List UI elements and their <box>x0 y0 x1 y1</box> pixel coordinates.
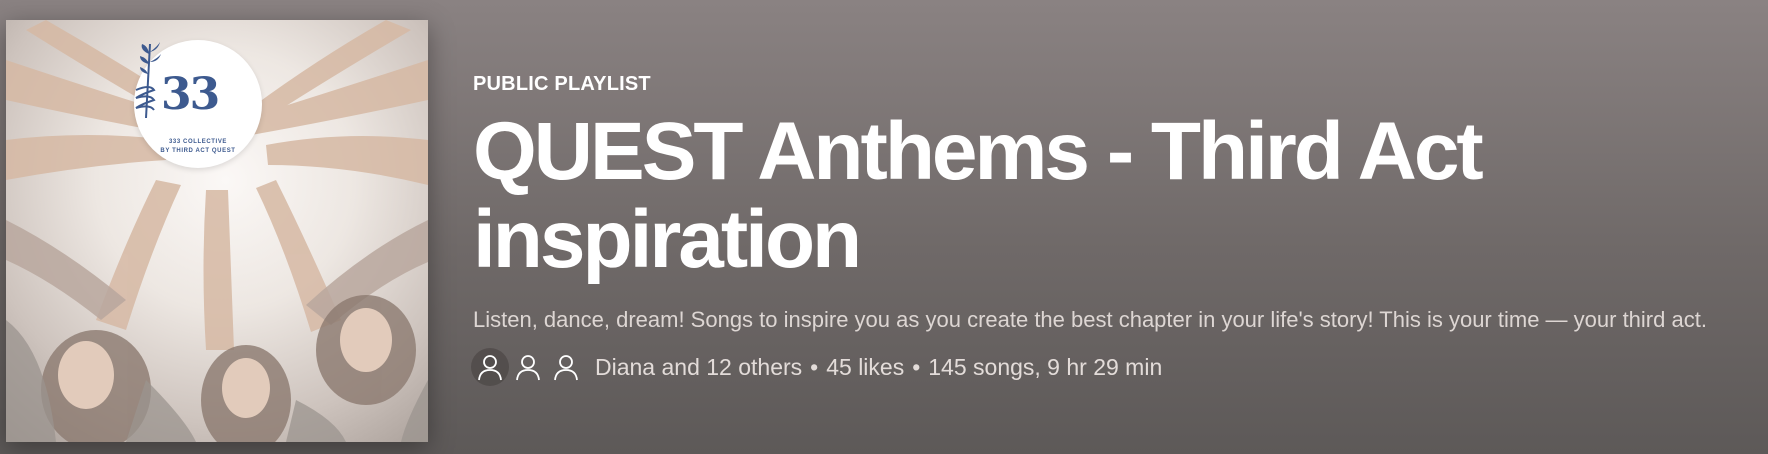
likes-count: 45 likes <box>826 353 905 380</box>
user-icon <box>478 355 502 381</box>
meta-separator: • <box>912 353 921 380</box>
collaborators-link[interactable]: Diana and 12 others <box>595 354 802 381</box>
avatar[interactable] <box>509 348 547 386</box>
user-icon <box>516 355 540 381</box>
cover-logo-text-line1: 333 COLLECTIVE <box>168 139 228 145</box>
playlist-info: PUBLIC PLAYLIST QUEST Anthems - Third Ac… <box>471 72 1753 389</box>
meta-separator: • <box>810 353 819 380</box>
collaborator-avatars[interactable] <box>471 348 585 386</box>
playlist-meta: Diana and 12 others • 45 likes • 145 son… <box>471 345 1753 389</box>
user-icon <box>554 355 578 381</box>
songs-duration: 145 songs, 9 hr 29 min <box>928 353 1163 380</box>
avatar[interactable] <box>547 348 585 386</box>
sprig-icon <box>135 42 161 119</box>
playlist-type-label: PUBLIC PLAYLIST <box>473 73 651 95</box>
playlist-title[interactable]: QUEST Anthems - Third Act inspiration <box>473 108 1623 284</box>
cover-logo: 33 333 COLLECTIVE BY THIRD ACT QUEST <box>134 40 262 168</box>
cover-logo-number: 33 <box>161 69 220 120</box>
avatar[interactable] <box>471 348 509 386</box>
playlist-cover-image[interactable]: 33 333 COLLECTIVE BY THIRD ACT QUEST <box>6 20 428 442</box>
playlist-description: Listen, dance, dream! Songs to inspire y… <box>473 307 1707 332</box>
cover-logo-text-line2: BY THIRD ACT QUEST <box>160 148 236 154</box>
playlist-header: 33 333 COLLECTIVE BY THIRD ACT QUEST PUB… <box>0 0 1768 454</box>
